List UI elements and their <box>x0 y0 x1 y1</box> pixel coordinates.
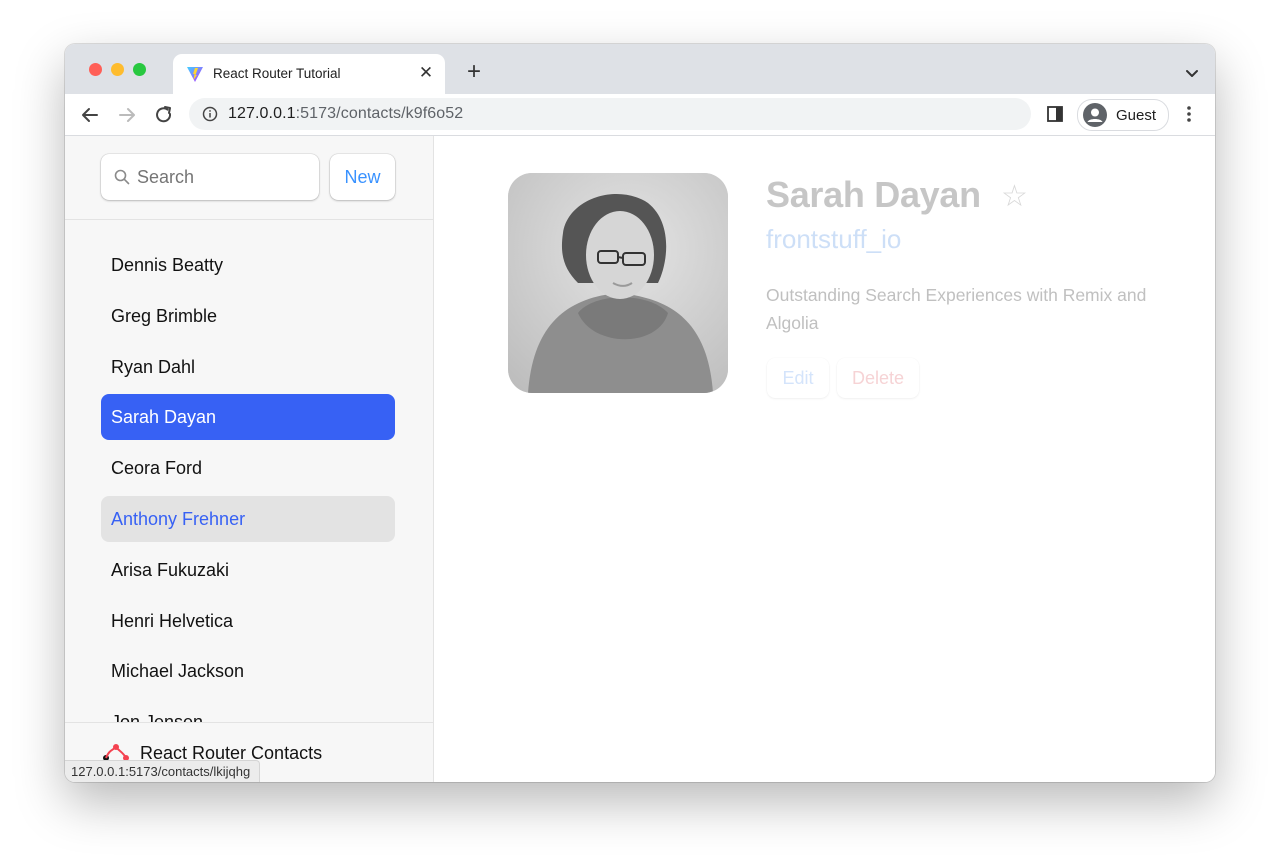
browser-window: React Router Tutorial ✕ + 127.0.0.1:5173… <box>65 44 1215 782</box>
new-tab-button[interactable]: + <box>461 60 487 86</box>
new-contact-button[interactable]: New <box>330 154 395 200</box>
favorite-star-icon[interactable]: ☆ <box>1001 180 1028 214</box>
guest-avatar-icon <box>1083 103 1107 127</box>
reload-icon[interactable] <box>151 102 177 128</box>
more-options-icon[interactable] <box>1179 104 1199 124</box>
forward-arrow-icon[interactable] <box>114 102 140 128</box>
contact-list-item[interactable]: Jon Jensen <box>101 699 395 722</box>
edit-button[interactable]: Edit <box>767 358 829 398</box>
page-content: New Dennis BeattyGreg BrimbleRyan DahlSa… <box>65 136 1215 782</box>
search-form <box>101 154 319 200</box>
sidebar-divider <box>65 219 433 220</box>
browser-toolbar: 127.0.0.1:5173/contacts/k9f6o52 Guest <box>65 94 1215 136</box>
maximize-window-button[interactable] <box>133 63 146 76</box>
back-arrow-icon[interactable] <box>77 102 103 128</box>
contact-portrait-image <box>508 173 728 393</box>
url-text: 127.0.0.1:5173/contacts/k9f6o52 <box>228 105 463 123</box>
search-input[interactable] <box>137 154 313 200</box>
contact-list: Dennis Beatty Greg Brimble Ryan Dahl Sarah … <box>101 242 397 722</box>
contact-list-item[interactable]: Anthony Frehner <box>101 496 395 542</box>
close-window-button[interactable] <box>89 63 102 76</box>
contact-list-item[interactable]: Sarah Dayan <box>101 394 395 441</box>
url-host: 127.0.0.1 <box>228 105 296 122</box>
contact-list-item[interactable]: Henri Helvetica <box>101 598 395 644</box>
contact-list-item[interactable]: Dennis Beatty <box>101 242 395 288</box>
vite-favicon-icon <box>187 67 203 82</box>
tab-react-router-tutorial[interactable]: React Router Tutorial ✕ <box>173 54 445 94</box>
contact-list-item[interactable]: Ceora Ford <box>101 445 395 491</box>
profile-label: Guest <box>1116 107 1157 124</box>
contact-name: Sarah Dayan <box>766 174 981 215</box>
react-router-logo-icon <box>103 744 129 761</box>
contact-detail: Sarah Dayan ☆ frontstuff_io Outstanding … <box>434 136 1215 782</box>
tab-close-icon[interactable]: ✕ <box>415 62 437 84</box>
tab-search-chevron-icon[interactable] <box>1183 64 1201 82</box>
side-panel-icon[interactable] <box>1046 105 1064 123</box>
tab-title: React Router Tutorial <box>213 66 341 81</box>
profile-button[interactable]: Guest <box>1077 99 1169 131</box>
search-icon <box>114 169 130 185</box>
contact-notes: Outstanding Search Experiences with Remi… <box>766 285 1147 333</box>
contact-avatar <box>508 173 728 393</box>
tab-strip: React Router Tutorial ✕ + <box>65 44 1215 94</box>
site-info-icon[interactable] <box>202 106 218 122</box>
link-status-bar: 127.0.0.1:5173/contacts/lkijqhg <box>65 760 261 782</box>
contact-list-item[interactable]: Michael Jackson <box>101 648 395 694</box>
contact-twitter-link[interactable]: frontstuff_io <box>766 224 901 255</box>
sidebar: New Dennis Beatty Greg Brimble Ryan DahlSa… <box>65 136 434 782</box>
contact-list-item[interactable]: Greg Brimble <box>101 293 395 339</box>
contact-list-item[interactable]: Ryan Dahl <box>101 344 395 390</box>
url-path: :5173/contacts/k9f6o52 <box>295 105 464 122</box>
contact-list-item[interactable]: Arisa Fukuzaki <box>101 547 395 593</box>
sidebar-footer-divider <box>65 722 433 723</box>
minimize-window-button[interactable] <box>111 63 124 76</box>
delete-button[interactable]: Delete <box>837 358 919 398</box>
address-bar[interactable]: 127.0.0.1:5173/contacts/k9f6o52 <box>189 98 1031 130</box>
